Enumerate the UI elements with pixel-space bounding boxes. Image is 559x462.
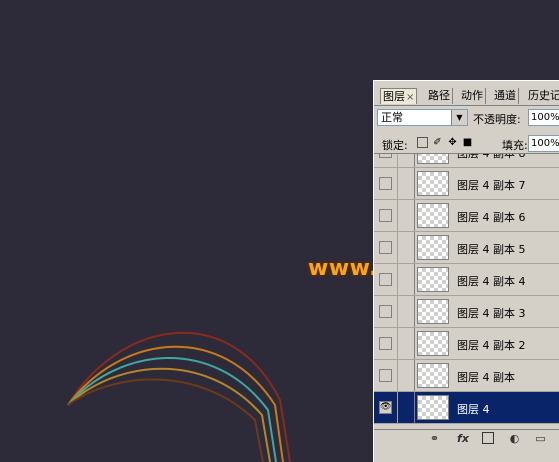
divider <box>397 264 398 295</box>
chevron-down-icon[interactable]: ▼ <box>451 110 467 125</box>
layer-thumbnail <box>417 363 449 388</box>
layer-row[interactable]: 图层 4 副本 5 <box>374 232 559 264</box>
eye-icon[interactable]: 👁 <box>379 401 392 414</box>
visibility-toggle[interactable] <box>379 177 392 190</box>
visibility-toggle[interactable] <box>379 241 392 254</box>
layer-name: 图层 4 副本 5 <box>457 243 526 256</box>
fx-icon[interactable]: fx <box>454 432 472 445</box>
tab-layers[interactable]: 图层× <box>380 88 418 104</box>
divider <box>414 296 415 327</box>
divider <box>414 328 415 359</box>
layer-name: 图层 4 副本 4 <box>457 275 526 288</box>
visibility-toggle[interactable] <box>379 305 392 318</box>
layer-thumbnail <box>417 203 449 228</box>
layer-row[interactable]: 图层 4 副本 8 <box>374 153 559 168</box>
visibility-toggle[interactable] <box>379 273 392 286</box>
lock-fill-row: 锁定: ✐ ✥ ■ 填充: 100% <box>374 133 559 153</box>
divider <box>414 168 415 199</box>
tab-actions-label: 动作 <box>461 89 483 102</box>
lock-all-icon[interactable]: ■ <box>462 137 473 148</box>
layer-name: 图层 4 <box>457 403 490 416</box>
blend-mode-value: 正常 <box>381 111 403 124</box>
visibility-toggle[interactable] <box>379 369 392 382</box>
layer-name: 图层 4 副本 2 <box>457 339 526 352</box>
layer-row[interactable]: 图层 4 副本 6 <box>374 200 559 232</box>
opacity-input[interactable]: 100% <box>528 109 559 126</box>
tab-channels-label: 通道 <box>494 89 516 102</box>
layer-row[interactable]: 图层 4 副本 4 <box>374 264 559 296</box>
divider <box>414 392 415 423</box>
layer-row-selected[interactable]: 👁 图层 4 <box>374 392 559 424</box>
divider <box>414 154 415 167</box>
visibility-toggle[interactable] <box>379 209 392 222</box>
brush-lock-icon[interactable]: ✐ <box>432 137 443 148</box>
divider <box>414 232 415 263</box>
layer-thumbnail <box>417 395 449 420</box>
tab-history-label: 历史记 <box>528 89 559 102</box>
visibility-toggle[interactable] <box>379 337 392 350</box>
arc-brown <box>67 378 264 462</box>
arc-gold <box>67 367 271 462</box>
lock-label: 锁定: <box>382 139 408 152</box>
divider <box>414 264 415 295</box>
divider <box>397 232 398 263</box>
link-icon[interactable]: ⚭ <box>428 432 441 445</box>
opacity-label: 不透明度: <box>473 113 521 126</box>
layer-thumbnail <box>417 267 449 292</box>
layer-list: 图层 4 副本 8 图层 4 副本 7 图层 4 副本 6 图层 4 副本 5 <box>374 153 559 430</box>
layer-thumbnail <box>417 235 449 260</box>
panel-tabbar: 图层× 路径 动作 通道 历史记 <box>374 81 559 106</box>
fill-label: 填充: <box>502 139 528 152</box>
tab-paths-label: 路径 <box>428 89 450 102</box>
lock-transparency-icon[interactable] <box>417 137 428 148</box>
divider <box>397 392 398 423</box>
layer-name: 图层 4 副本 7 <box>457 179 526 192</box>
adjustment-icon[interactable]: ◐ <box>508 432 521 445</box>
layer-name: 图层 4 副本 6 <box>457 211 526 224</box>
layer-name: 图层 4 副本 8 <box>457 153 526 160</box>
divider <box>397 168 398 199</box>
close-icon[interactable]: × <box>406 92 414 103</box>
layer-thumbnail <box>417 154 449 164</box>
divider <box>397 360 398 391</box>
divider <box>414 200 415 231</box>
divider <box>397 200 398 231</box>
tab-layers-label: 图层 <box>383 90 405 103</box>
layer-name: 图层 4 副本 3 <box>457 307 526 320</box>
panel-bottom-toolbar: ⚭ fx ◐ ▭ <box>374 429 559 462</box>
fill-input[interactable]: 100% <box>528 135 559 152</box>
layer-row[interactable]: 图层 4 副本 <box>374 360 559 392</box>
folder-icon[interactable]: ▭ <box>534 432 547 445</box>
divider <box>397 154 398 167</box>
blend-opacity-row: 正常 ▼ 不透明度: 100% <box>374 107 559 129</box>
move-lock-icon[interactable]: ✥ <box>447 137 458 148</box>
visibility-toggle[interactable] <box>379 154 392 158</box>
layer-row[interactable]: 图层 4 副本 3 <box>374 296 559 328</box>
divider <box>397 328 398 359</box>
tab-channels[interactable]: 通道 <box>492 88 519 104</box>
layer-thumbnail <box>417 171 449 196</box>
tab-actions[interactable]: 动作 <box>459 88 486 104</box>
tab-history[interactable]: 历史记 <box>526 88 559 104</box>
layer-name: 图层 4 副本 <box>457 371 515 384</box>
divider <box>414 360 415 391</box>
layer-row[interactable]: 图层 4 副本 7 <box>374 168 559 200</box>
mask-icon[interactable] <box>482 432 494 444</box>
layer-thumbnail <box>417 331 449 356</box>
layers-panel: 图层× 路径 动作 通道 历史记 正常 ▼ 不透明度: 100% 锁定: ✐ ✥… <box>373 80 559 462</box>
tab-paths[interactable]: 路径 <box>426 88 453 104</box>
divider <box>397 296 398 327</box>
layer-thumbnail <box>417 299 449 324</box>
blend-mode-select[interactable]: 正常 ▼ <box>377 109 468 126</box>
layer-row[interactable]: 图层 4 副本 2 <box>374 328 559 360</box>
